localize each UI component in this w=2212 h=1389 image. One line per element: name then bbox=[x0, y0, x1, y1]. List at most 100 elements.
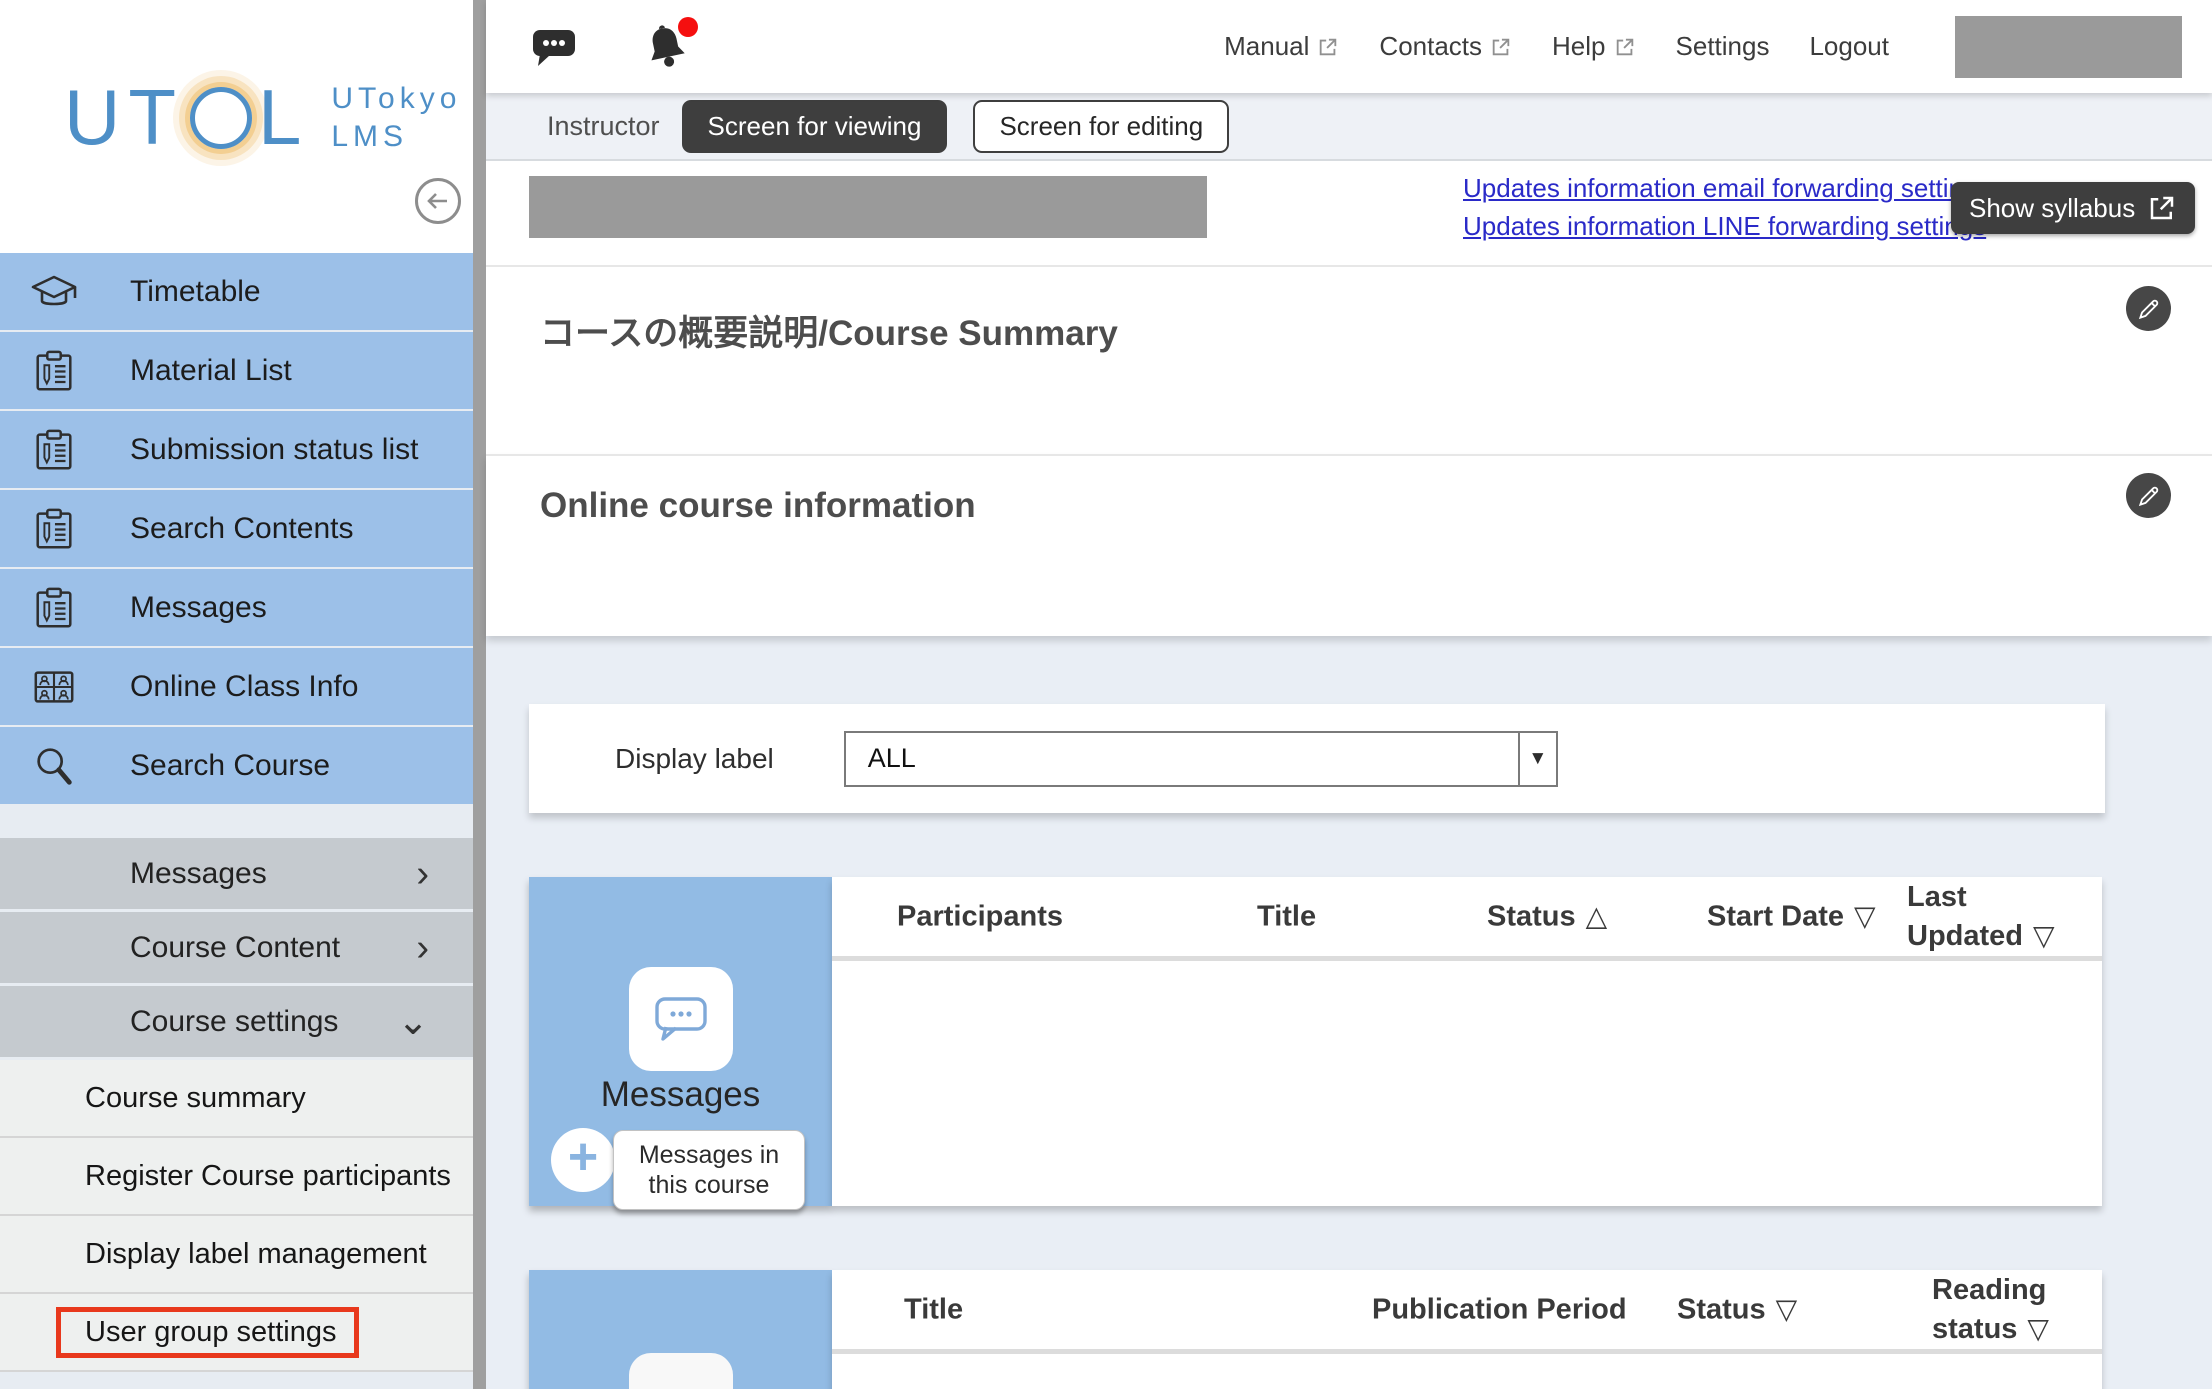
contacts-link[interactable]: Contacts bbox=[1379, 31, 1512, 62]
help-link[interactable]: Help bbox=[1552, 31, 1635, 62]
sidebar-item-online-class-info[interactable]: Online Class Info bbox=[0, 648, 473, 725]
sidebar-subitem-display-label-management[interactable]: Display label management bbox=[0, 1216, 473, 1294]
table-header-divider bbox=[832, 1349, 2102, 1354]
column-header-status-sortable[interactable]: Status△ bbox=[1487, 897, 1607, 936]
arrow-left-icon bbox=[425, 188, 451, 214]
logo-area: UTL UTokyo LMS bbox=[0, 0, 473, 253]
user-group-settings-highlight: User group settings bbox=[56, 1307, 359, 1358]
chevron-right-icon: › bbox=[416, 929, 429, 967]
materials-card-icon-tile bbox=[629, 1353, 733, 1389]
column-header-publication-period: Publication Period bbox=[1372, 1290, 1627, 1329]
display-label-filter-card: Display label ALL ▼ bbox=[529, 704, 2105, 813]
logo-subtitle: UTokyo LMS bbox=[331, 80, 461, 155]
tab-screen-for-viewing[interactable]: Screen for viewing bbox=[682, 100, 948, 153]
edit-online-course-info-button[interactable] bbox=[2126, 473, 2171, 518]
chevron-right-icon: › bbox=[416, 855, 429, 893]
notification-dot bbox=[678, 17, 698, 37]
sidebar-subitem-user-group-settings[interactable]: User group settings bbox=[0, 1294, 473, 1372]
notifications-button[interactable] bbox=[640, 21, 692, 73]
sidebar-item-label: Search Course bbox=[130, 749, 330, 783]
messages-table-header: Participants Title Status△ Start Date▽ L… bbox=[832, 877, 2102, 956]
messages-card: Messages + Messages in this course bbox=[529, 877, 832, 1206]
email-forwarding-settings-link[interactable]: Updates information email forwarding set… bbox=[1463, 173, 1990, 204]
line-forwarding-settings-link[interactable]: Updates information LINE forwarding sett… bbox=[1463, 211, 1990, 242]
messages-table: Participants Title Status△ Start Date▽ L… bbox=[832, 877, 2102, 1206]
sidebar-scrollbar[interactable] bbox=[473, 0, 486, 1389]
graduation-cap-icon bbox=[30, 268, 78, 316]
sort-desc-icon: ▽ bbox=[2027, 1313, 2049, 1344]
sidebar-item-submission-status-list[interactable]: Submission status list bbox=[0, 411, 473, 488]
role-label: Instructor bbox=[547, 111, 660, 142]
column-header-title: Title bbox=[1257, 897, 1316, 936]
sidebar-subitem-course-summary[interactable]: Course summary bbox=[0, 1060, 473, 1138]
sidebar-group-label: Course settings bbox=[130, 1005, 338, 1039]
sidebar-group-messages[interactable]: Messages › bbox=[0, 838, 473, 909]
show-syllabus-button[interactable]: Show syllabus bbox=[1951, 182, 2195, 234]
external-link-icon bbox=[1317, 36, 1339, 58]
column-header-last-updated-sortable[interactable]: Last Updated▽ bbox=[1907, 877, 2092, 955]
show-syllabus-label: Show syllabus bbox=[1969, 193, 2135, 224]
sidebar-item-timetable[interactable]: Timetable bbox=[0, 253, 473, 330]
display-label-label: Display label bbox=[615, 743, 774, 775]
contacts-label: Contacts bbox=[1379, 31, 1482, 62]
sidebar-group-label: Messages bbox=[130, 857, 267, 891]
sidebar-item-label: Timetable bbox=[130, 275, 261, 309]
sidebar-item-search-contents[interactable]: Search Contents bbox=[0, 490, 473, 567]
materials-table: Title Publication Period Status▽ Reading… bbox=[832, 1270, 2102, 1389]
display-label-selected-value: ALL bbox=[846, 733, 1518, 785]
online-course-info-section: Online course information bbox=[486, 454, 2212, 636]
column-header-reading-status-sortable[interactable]: Reading status▽ bbox=[1932, 1270, 2112, 1348]
column-header-title: Title bbox=[904, 1290, 963, 1329]
sidebar-item-label: Online Class Info bbox=[130, 670, 358, 704]
manual-label: Manual bbox=[1224, 31, 1309, 62]
column-header-start-date-sortable[interactable]: Start Date▽ bbox=[1707, 897, 1876, 936]
settings-link[interactable]: Settings bbox=[1676, 31, 1770, 62]
display-label-select[interactable]: ALL ▼ bbox=[844, 731, 1558, 787]
pencil-icon bbox=[2136, 296, 2162, 322]
course-summary-section: コースの概要説明/Course Summary bbox=[486, 267, 2212, 454]
materials-table-header: Title Publication Period Status▽ Reading… bbox=[832, 1270, 2102, 1349]
add-message-button[interactable]: + bbox=[551, 1128, 615, 1192]
clipboard-icon bbox=[30, 347, 78, 395]
sidebar-item-messages[interactable]: Messages bbox=[0, 569, 473, 646]
online-course-info-heading: Online course information bbox=[540, 486, 976, 526]
user-nav: Manual Contacts Help Settings Logout bbox=[1224, 16, 2182, 78]
external-link-icon bbox=[1490, 36, 1512, 58]
materials-panel-row: Title Publication Period Status▽ Reading… bbox=[529, 1270, 2102, 1389]
sidebar-item-material-list[interactable]: Material List bbox=[0, 332, 473, 409]
clipboard-icon bbox=[30, 505, 78, 553]
sidebar-item-label: Submission status list bbox=[130, 433, 418, 467]
tab-screen-for-editing[interactable]: Screen for editing bbox=[973, 100, 1229, 153]
search-icon bbox=[30, 742, 78, 790]
messages-in-this-course-button[interactable]: Messages in this course bbox=[613, 1130, 805, 1210]
chat-button[interactable] bbox=[530, 24, 578, 70]
logout-link[interactable]: Logout bbox=[1809, 31, 1889, 62]
logout-label: Logout bbox=[1809, 31, 1889, 62]
clipboard-icon bbox=[30, 426, 78, 474]
column-header-status-sortable[interactable]: Status▽ bbox=[1677, 1290, 1797, 1329]
manual-link[interactable]: Manual bbox=[1224, 31, 1339, 62]
chat-bubble-icon bbox=[530, 24, 578, 70]
clipboard-icon bbox=[30, 584, 78, 632]
logo-word: UTL bbox=[64, 72, 309, 163]
messages-card-icon-tile bbox=[629, 967, 733, 1071]
course-summary-heading: コースの概要説明/Course Summary bbox=[540, 305, 1118, 356]
edit-course-summary-button[interactable] bbox=[2126, 286, 2171, 331]
settings-label: Settings bbox=[1676, 31, 1770, 62]
messages-card-title: Messages bbox=[529, 1075, 832, 1115]
sidebar-item-search-course[interactable]: Search Course bbox=[0, 727, 473, 804]
dropdown-arrow-icon: ▼ bbox=[1518, 733, 1556, 785]
sidebar-collapse-button[interactable] bbox=[415, 178, 461, 224]
sidebar-item-label: Search Contents bbox=[130, 512, 353, 546]
sidebar-group-course-content[interactable]: Course Content › bbox=[0, 912, 473, 983]
topbar: Manual Contacts Help Settings Logout bbox=[486, 0, 2212, 93]
sidebar-subitem-label: Course summary bbox=[85, 1082, 306, 1115]
sidebar-group-course-settings[interactable]: Course settings ⌄ bbox=[0, 986, 473, 1057]
sidebar-gap bbox=[0, 806, 473, 838]
sidebar-subitem-label: Register Course participants bbox=[85, 1160, 451, 1193]
sidebar-item-label: Messages bbox=[130, 591, 267, 625]
utol-lms-app: UTL UTokyo LMS Timetabl bbox=[0, 0, 2212, 1389]
messages-panel-row: Messages + Messages in this course Parti… bbox=[529, 877, 2102, 1206]
table-header-divider bbox=[832, 956, 2102, 961]
sidebar-subitem-register-course-participants[interactable]: Register Course participants bbox=[0, 1138, 473, 1216]
